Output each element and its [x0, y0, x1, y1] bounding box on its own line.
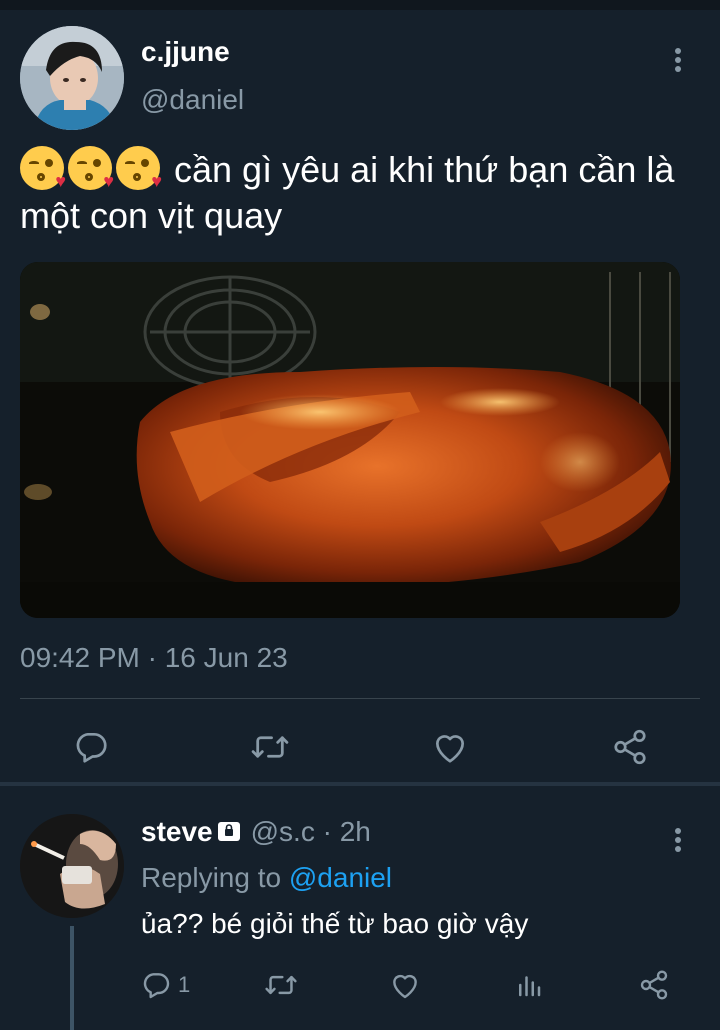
kissing-heart-emoji: ♥ — [20, 146, 66, 190]
separator-dot: · — [322, 816, 332, 847]
reply-header: steve @s.c · 2h — [141, 816, 371, 848]
reply-icon[interactable] — [66, 722, 116, 772]
top-edge — [0, 0, 720, 10]
avatar[interactable] — [20, 26, 124, 130]
divider — [20, 698, 700, 699]
like-icon[interactable] — [425, 722, 475, 772]
reply-time: 2h — [339, 816, 371, 847]
display-name[interactable]: c.jjune — [141, 36, 230, 68]
reply-text: ủa?? bé giỏi thế từ bao giờ vậy — [141, 908, 529, 939]
kissing-heart-emoji: ♥ — [68, 146, 114, 190]
tweet-timestamp: 09:42 PM · 16 Jun 23 — [20, 642, 288, 673]
section-divider — [0, 782, 720, 786]
replying-prefix: Replying to — [141, 862, 289, 893]
more-options-icon[interactable] — [668, 828, 688, 858]
reply-count: 1 — [178, 972, 191, 997]
more-options-icon[interactable] — [668, 48, 688, 78]
reply-icon[interactable]: 1 — [140, 962, 190, 1008]
share-icon[interactable] — [605, 722, 655, 772]
reply-display-name[interactable]: steve — [141, 816, 213, 847]
retweet-icon[interactable] — [264, 962, 298, 1008]
reply-handle[interactable]: @s.c — [251, 816, 315, 847]
tweet-image[interactable] — [20, 262, 680, 618]
lock-icon — [217, 822, 240, 841]
retweet-icon[interactable] — [245, 722, 295, 772]
replying-to-line: Replying to @daniel — [141, 862, 392, 894]
reply-actions: 1 — [0, 962, 720, 1008]
tweet-text: ♥ ♥ ♥ cần gì yêu ai khi thứ bạn cần là một… — [20, 146, 700, 239]
tweet-detail-screen: c.jjune @daniel ♥ ♥ ♥ cần gì yêu ai khi th… — [0, 0, 720, 1030]
user-handle[interactable]: @daniel — [141, 84, 244, 116]
replying-to-link[interactable]: @daniel — [289, 862, 392, 893]
analytics-icon[interactable] — [514, 962, 544, 1008]
share-icon[interactable] — [638, 962, 670, 1008]
reply-avatar[interactable] — [20, 814, 124, 918]
kissing-heart-emoji: ♥ — [116, 146, 162, 190]
tweet-actions — [0, 722, 720, 772]
like-icon[interactable] — [389, 962, 421, 1008]
